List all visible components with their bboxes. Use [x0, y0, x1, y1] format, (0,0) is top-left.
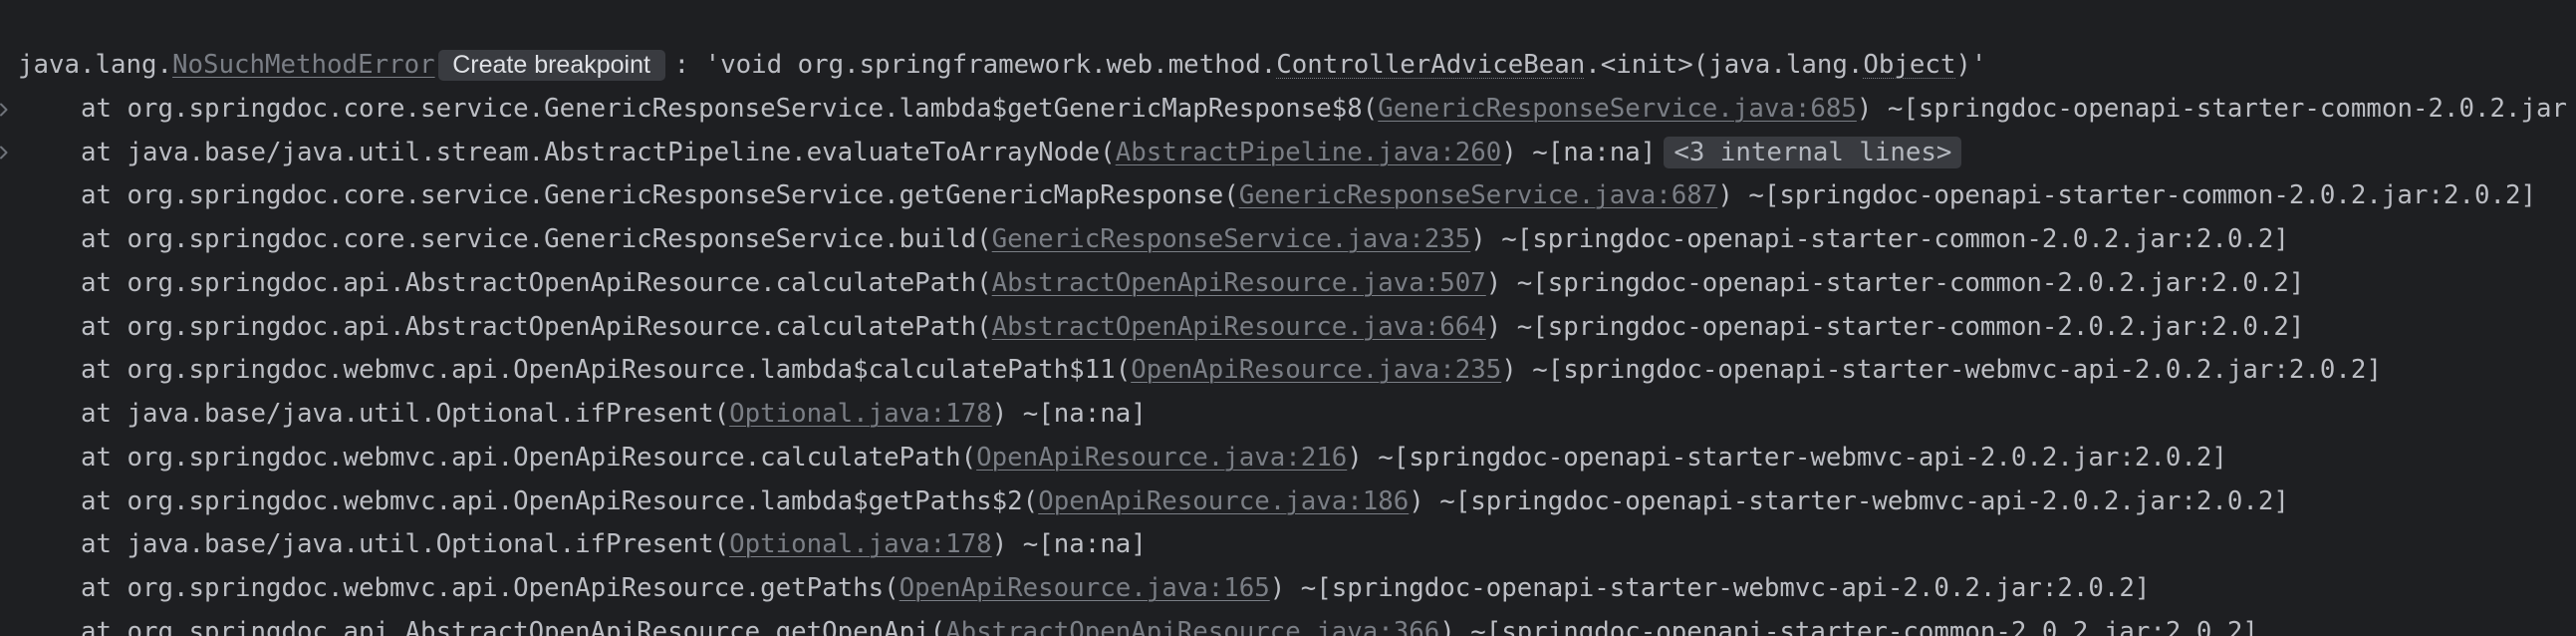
frame-method: at org.springdoc.core.service.GenericRes…: [81, 93, 1379, 124]
exception-class-link[interactable]: NoSuchMethodError: [172, 50, 435, 80]
source-location-link[interactable]: GenericResponseService.java:685: [1378, 94, 1857, 124]
source-location-link[interactable]: GenericResponseService.java:235: [992, 224, 1471, 254]
source-location-link[interactable]: Optional.java:178: [729, 529, 992, 559]
stack-trace: java.lang.NoSuchMethodError Create breakp…: [0, 44, 2576, 636]
frame-library: ) ~[springdoc-openapi-starter-common-2.0…: [1717, 180, 2536, 211]
exception-package: java.lang.: [18, 50, 173, 80]
stack-frame: at org.springdoc.api.AbstractOpenApiReso…: [0, 611, 2576, 636]
stack-frame: at java.base/java.util.Optional.ifPresen…: [0, 393, 2576, 437]
chevron-right-icon[interactable]: [0, 145, 10, 160]
stack-frame: at org.springdoc.webmvc.api.OpenApiResou…: [0, 567, 2576, 611]
stack-frame: at org.springdoc.webmvc.api.OpenApiResou…: [0, 437, 2576, 480]
source-location-link[interactable]: AbstractOpenApiResource.java:664: [992, 312, 1486, 342]
stack-frame: at java.base/java.util.Optional.ifPresen…: [0, 523, 2576, 567]
frame-method: at java.base/java.util.stream.AbstractPi…: [81, 137, 1116, 167]
frame-method: at org.springdoc.api.AbstractOpenApiReso…: [81, 267, 992, 298]
stack-frame: at org.springdoc.api.AbstractOpenApiReso…: [0, 306, 2576, 350]
console-output: java.lang.NoSuchMethodError Create breakp…: [0, 0, 2576, 636]
frame-library: ) ~[springdoc-openapi-starter-webmvc-api…: [1501, 355, 2382, 386]
stack-frame: at org.springdoc.core.service.GenericRes…: [0, 218, 2576, 262]
stack-frame: at org.springdoc.api.AbstractOpenApiReso…: [0, 262, 2576, 306]
stack-frame: at org.springdoc.webmvc.api.OpenApiResou…: [0, 480, 2576, 524]
source-location-link[interactable]: AbstractPipeline.java:260: [1116, 138, 1502, 167]
frame-method: at org.springdoc.core.service.GenericRes…: [81, 180, 1239, 211]
frame-method: at org.springdoc.webmvc.api.OpenApiResou…: [81, 442, 977, 473]
class-reference-link[interactable]: Object: [1863, 50, 1955, 80]
frame-library: ) ~[na:na]: [1501, 137, 1657, 167]
frame-library: ) ~[springdoc-openapi-starter-common-2.0…: [1856, 93, 2567, 124]
source-location-link[interactable]: AbstractOpenApiResource.java:507: [992, 268, 1486, 298]
frame-method: at java.base/java.util.Optional.ifPresen…: [81, 399, 730, 430]
source-location-link[interactable]: AbstractOpenApiResource.java:366: [945, 611, 1439, 636]
exception-message: .<init>(java.lang.: [1585, 50, 1864, 80]
folded-internal-lines[interactable]: <3 internal lines>: [1664, 137, 1962, 169]
frame-library: ) ~[springdoc-openapi-starter-common-2.0…: [1485, 311, 2305, 342]
frame-method: at org.springdoc.webmvc.api.OpenApiResou…: [81, 485, 1039, 516]
exception-line: java.lang.NoSuchMethodError Create breakp…: [0, 44, 2576, 88]
frame-method: at org.springdoc.webmvc.api.OpenApiResou…: [81, 573, 900, 604]
frame-library: ) ~[springdoc-openapi-starter-webmvc-api…: [1409, 485, 2289, 516]
exception-message: : 'void org.springframework.web.method.: [673, 50, 1277, 80]
stack-frame: at java.base/java.util.stream.AbstractPi…: [0, 132, 2576, 175]
class-reference-link[interactable]: ControllerAdviceBean: [1276, 50, 1585, 80]
frame-method: at org.springdoc.api.AbstractOpenApiReso…: [81, 311, 992, 342]
source-location-link[interactable]: OpenApiResource.java:186: [1038, 486, 1409, 516]
chevron-right-icon[interactable]: [0, 102, 10, 118]
frame-method: at org.springdoc.api.AbstractOpenApiReso…: [81, 616, 946, 636]
exception-message: )': [1955, 50, 1987, 80]
create-breakpoint-hint[interactable]: Create breakpoint: [437, 50, 665, 81]
frame-library: ) ~[springdoc-openapi-starter-common-2.0…: [1470, 224, 2289, 255]
frame-library: ) ~[springdoc-openapi-starter-webmvc-api…: [1269, 573, 2151, 604]
source-location-link[interactable]: Optional.java:178: [729, 399, 992, 429]
source-location-link[interactable]: OpenApiResource.java:235: [1131, 355, 1501, 385]
frame-library: ) ~[springdoc-openapi-starter-webmvc-api…: [1347, 442, 2227, 473]
frame-library: ) ~[springdoc-openapi-starter-common-2.0…: [1485, 267, 2305, 298]
frame-method: at java.base/java.util.Optional.ifPresen…: [81, 529, 730, 560]
stack-frame: at org.springdoc.webmvc.api.OpenApiResou…: [0, 349, 2576, 393]
frame-library: ) ~[na:na]: [991, 399, 1147, 430]
frame-library: ) ~[na:na]: [991, 529, 1147, 560]
frame-method: at org.springdoc.webmvc.api.OpenApiResou…: [81, 355, 1132, 386]
source-location-link[interactable]: OpenApiResource.java:165: [900, 573, 1270, 603]
source-location-link[interactable]: OpenApiResource.java:216: [976, 443, 1347, 473]
frame-library: ) ~[springdoc-openapi-starter-common-2.0…: [1439, 616, 2258, 636]
frame-method: at org.springdoc.core.service.GenericRes…: [81, 224, 992, 255]
stack-frame: at org.springdoc.core.service.GenericRes…: [0, 88, 2576, 132]
source-location-link[interactable]: GenericResponseService.java:687: [1239, 180, 1718, 210]
stack-frame: at org.springdoc.core.service.GenericRes…: [0, 174, 2576, 218]
